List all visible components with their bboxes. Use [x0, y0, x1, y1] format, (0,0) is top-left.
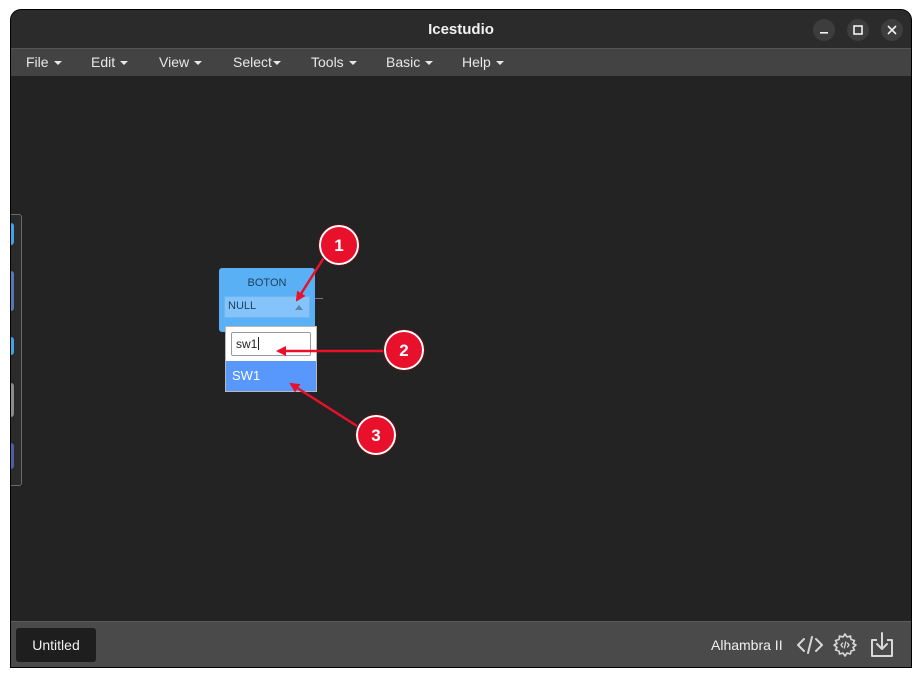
annotation-badge-2: 2: [383, 329, 425, 371]
menu-basic[interactable]: Basic: [386, 49, 434, 76]
menu-bar: File Edit View Select Tools Basic Help: [11, 48, 911, 77]
menu-edit[interactable]: Edit: [91, 49, 129, 76]
menu-label: View: [159, 54, 190, 70]
caret-down-icon: [120, 61, 129, 66]
menu-select[interactable]: Select: [233, 49, 281, 76]
status-bar: Untitled Alhambra II: [11, 621, 911, 667]
close-button[interactable]: [881, 19, 903, 41]
badge-number: 1: [334, 236, 343, 255]
menu-tools[interactable]: Tools: [311, 49, 357, 76]
design-canvas[interactable]: BOTON NULL sw1 SW1 1 2 3: [11, 76, 911, 621]
maximize-button[interactable]: [847, 19, 869, 41]
title-bar: Icestudio: [11, 10, 911, 48]
caret-down-icon: [495, 61, 504, 66]
menu-label: Tools: [311, 54, 344, 70]
board-name[interactable]: Alhambra II: [711, 622, 783, 667]
menu-label: Select: [233, 54, 272, 70]
annotation-arrow-3: [289, 382, 358, 428]
window-title: Icestudio: [428, 21, 494, 38]
project-tab[interactable]: Untitled: [16, 628, 96, 662]
menu-help[interactable]: Help: [462, 49, 504, 76]
badge-number: 3: [371, 426, 380, 445]
caret-down-icon: [425, 61, 434, 66]
annotation-overlay: 1 2 3: [276, 224, 425, 456]
build-gear-icon[interactable]: [831, 631, 859, 659]
annotation-arrow-1: [295, 255, 327, 302]
close-icon: [887, 25, 897, 35]
minimize-icon: [820, 32, 828, 34]
maximize-icon: [853, 25, 863, 35]
annotation-badge-1: 1: [318, 224, 360, 266]
caret-down-icon: [53, 61, 62, 66]
menu-view[interactable]: View: [159, 49, 203, 76]
menu-label: Basic: [386, 54, 421, 70]
project-tab-label: Untitled: [32, 637, 80, 653]
caret-down-icon: [348, 61, 357, 66]
menu-label: File: [26, 54, 49, 70]
app-window: Icestudio File Edit View Select Tools Ba…: [11, 10, 911, 667]
caret-down-icon: [194, 61, 203, 66]
badge-number: 2: [399, 341, 408, 360]
caret-down-icon: [272, 61, 281, 66]
menu-label: Edit: [91, 54, 116, 70]
menu-file[interactable]: File: [26, 49, 62, 76]
menu-label: Help: [462, 54, 491, 70]
verify-code-icon[interactable]: [796, 631, 824, 659]
minimize-button[interactable]: [813, 19, 835, 41]
annotation-badge-3: 3: [355, 414, 397, 456]
upload-icon[interactable]: [868, 631, 896, 659]
